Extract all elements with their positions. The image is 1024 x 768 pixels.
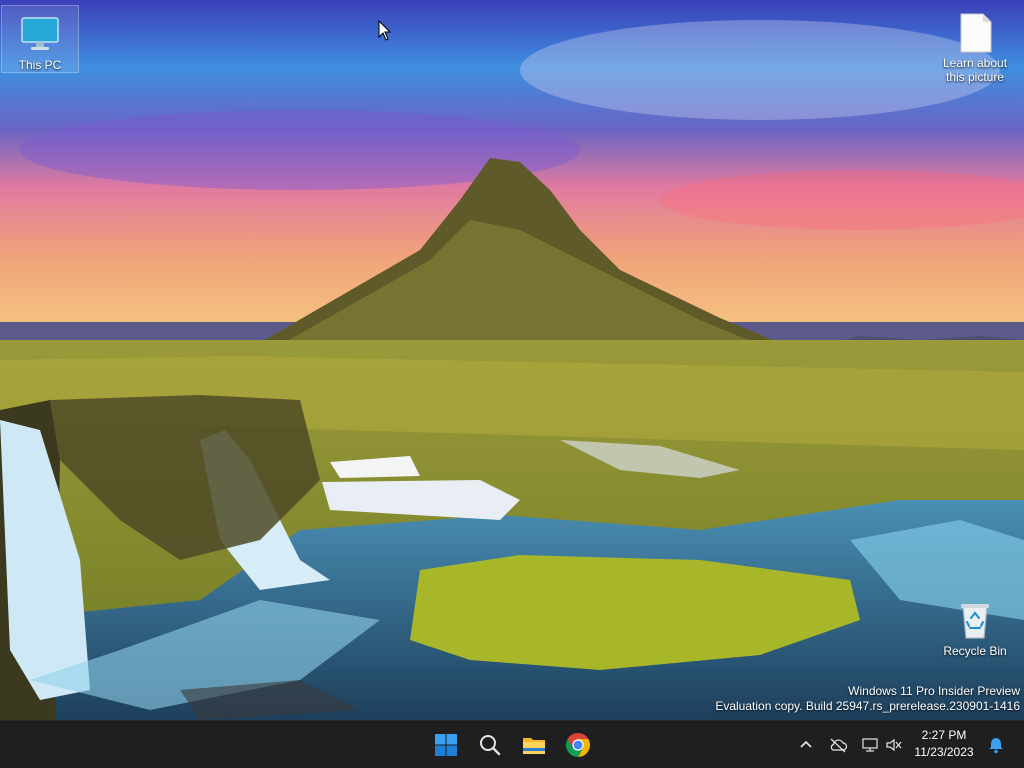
document-icon xyxy=(960,13,992,53)
evaluation-watermark: Windows 11 Pro Insider Preview Evaluatio… xyxy=(715,684,1020,714)
desktop-icon-label: Recycle Bin xyxy=(943,644,1007,658)
show-hidden-icons-button[interactable] xyxy=(796,735,816,755)
bell-icon xyxy=(989,738,1003,754)
mouse-cursor-icon xyxy=(378,20,392,41)
desktop-icon-recycle-bin[interactable]: Recycle Bin xyxy=(937,592,1013,658)
chrome-button[interactable] xyxy=(560,727,596,763)
windows-logo-icon xyxy=(435,734,457,756)
clock-date: 11/23/2023 xyxy=(914,745,974,759)
desktop-icon-learn-about-picture[interactable]: Learn about this picture xyxy=(937,4,1013,84)
folder-icon xyxy=(523,738,545,754)
chevron-up-icon xyxy=(800,740,812,748)
cloud-off-icon xyxy=(830,738,848,753)
search-icon xyxy=(480,735,501,756)
network-icon xyxy=(862,738,878,752)
volume-tray-button[interactable] xyxy=(884,735,904,755)
recycle-bin-icon xyxy=(961,604,989,639)
chrome-icon xyxy=(565,733,591,757)
desktop-icon-label: Learn about this picture xyxy=(942,56,1008,84)
start-button[interactable] xyxy=(428,727,464,763)
taskbar: 2:27 PM 11/23/2023 xyxy=(0,720,1024,768)
volume-muted-icon xyxy=(886,738,902,752)
notification-center-button[interactable] xyxy=(986,735,1006,755)
monitor-icon xyxy=(21,17,59,50)
watermark-build: Evaluation copy. Build 25947.rs_prerelea… xyxy=(715,699,1020,713)
watermark-edition: Windows 11 Pro Insider Preview xyxy=(848,684,1020,698)
network-tray-button[interactable] xyxy=(860,735,880,755)
desktop-icon-label: This PC xyxy=(18,58,62,72)
desktop-icon-this-pc[interactable]: This PC xyxy=(1,5,79,73)
desktop[interactable]: This PC Learn about this picture Recycle… xyxy=(0,0,1024,720)
wallpaper xyxy=(0,0,1024,720)
clock-time: 2:27 PM xyxy=(921,728,967,742)
taskbar-clock[interactable]: 2:27 PM 11/23/2023 xyxy=(912,727,976,761)
file-explorer-button[interactable] xyxy=(516,727,552,763)
onedrive-tray-button[interactable] xyxy=(828,735,848,755)
search-button[interactable] xyxy=(472,727,508,763)
